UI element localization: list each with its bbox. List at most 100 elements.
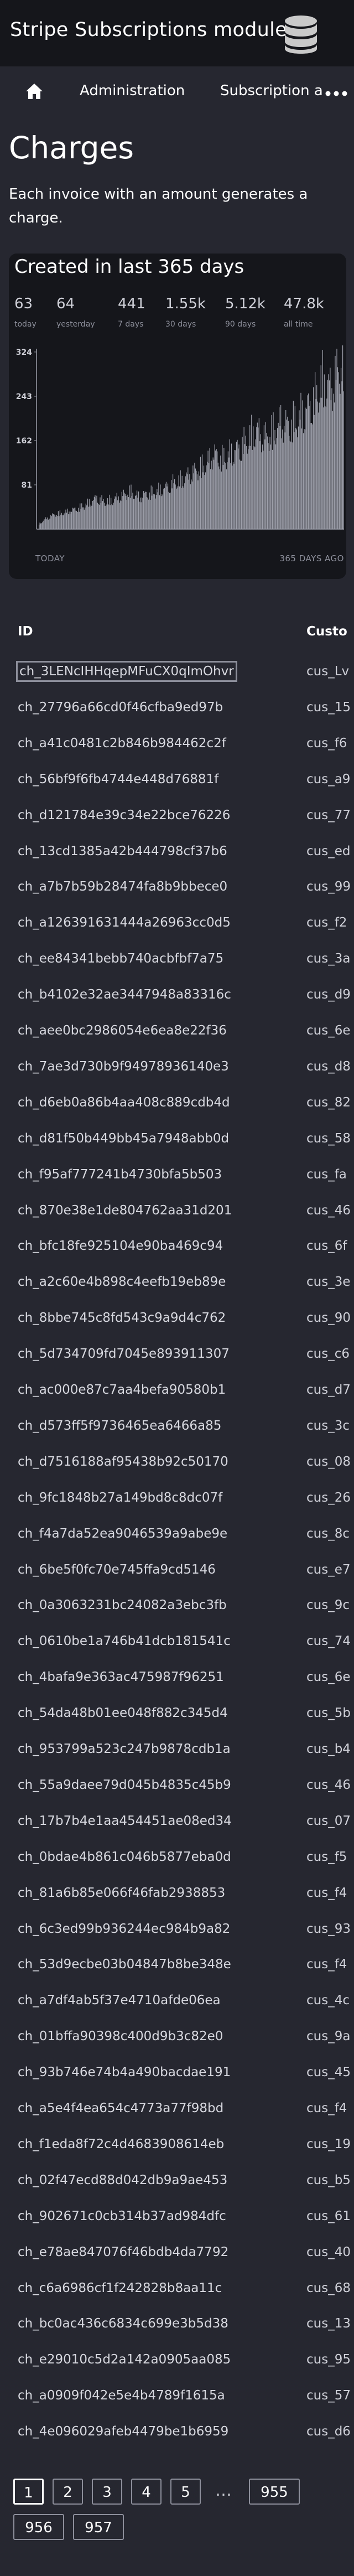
charge-id-link[interactable]: ch_13cd1385a42b444798cf37b6 bbox=[18, 844, 227, 858]
database-icon[interactable] bbox=[284, 15, 318, 54]
charge-id-link[interactable]: ch_d573ff5f9736465ea6466a85 bbox=[18, 1419, 221, 1433]
table-row: ch_a126391631444a26963cc0d5 cus_f2 bbox=[18, 915, 354, 938]
charge-id-link[interactable]: ch_8bbe745c8fd543c9a9d4c762 bbox=[18, 1311, 226, 1325]
charge-id-link[interactable]: ch_81a6b85e066f46fab2938853 bbox=[18, 1886, 225, 1900]
table-row: ch_d81f50b449bb45a7948abb0d cus_58 bbox=[18, 1131, 354, 1153]
customer-id-cell: cus_d7 bbox=[306, 1383, 351, 1397]
charge-id-link[interactable]: ch_a5e4f4ea654c4773a77f98bd bbox=[18, 2101, 223, 2115]
page-button-1[interactable]: 1 bbox=[13, 2479, 44, 2505]
charge-id-link[interactable]: ch_17b7b4e1aa454451ae08ed34 bbox=[18, 1814, 232, 1828]
charge-id-link[interactable]: ch_a7df4ab5f37e4710afde06ea bbox=[18, 1993, 221, 2008]
table-row: ch_d7516188af95438b92c50170 cus_08 bbox=[18, 1455, 354, 1477]
charge-id-link[interactable]: ch_27796a66cd0f46cfba9ed97b bbox=[18, 700, 223, 715]
page-button-955[interactable]: 955 bbox=[249, 2479, 300, 2505]
charge-id-link[interactable]: ch_a2c60e4b898c4eefb19eb89e bbox=[18, 1275, 226, 1289]
chart-bar bbox=[256, 427, 257, 529]
nav-item-subscription[interactable]: Subscription a bbox=[220, 82, 324, 99]
charge-id-link[interactable]: ch_4bafa9e363ac475987f96251 bbox=[18, 1670, 224, 1684]
charge-id-link[interactable]: ch_b4102e32ae3447948a83316c bbox=[18, 987, 231, 1002]
charge-id-link[interactable]: ch_a126391631444a26963cc0d5 bbox=[18, 915, 231, 930]
charge-id-link[interactable]: ch_6c3ed99b936244ec984b9a82 bbox=[18, 1922, 230, 1936]
charge-id-link[interactable]: ch_0bdae4b861c046b5877eba0d bbox=[18, 1850, 231, 1864]
chart-bar bbox=[197, 480, 199, 529]
charge-id-link[interactable]: ch_9fc1848b27a149bd8c8dc07f bbox=[18, 1491, 222, 1505]
chart-bar bbox=[109, 494, 110, 529]
column-header-customer[interactable]: Custo bbox=[306, 624, 347, 639]
chart-bar bbox=[160, 496, 162, 529]
chart-bar bbox=[119, 500, 121, 529]
chart-bar bbox=[133, 499, 134, 529]
charge-id-link[interactable]: ch_53d9ecbe03b04847b8be348e bbox=[18, 1957, 231, 1972]
charge-id-link[interactable]: ch_f4a7da52ea9046539a9abe9e bbox=[18, 1527, 227, 1541]
chart-bar bbox=[154, 494, 155, 529]
charge-id-link[interactable]: ch_d7516188af95438b92c50170 bbox=[18, 1455, 228, 1469]
charge-id-link[interactable]: ch_aee0bc2986054e6ea8e22f36 bbox=[18, 1023, 227, 1038]
charge-id-link[interactable]: ch_a0909f042e5e4b4789f1615a bbox=[18, 2388, 225, 2403]
charge-id-link[interactable]: ch_e29010c5d2a142a0905aa085 bbox=[18, 2352, 231, 2367]
chart-bar bbox=[251, 415, 252, 529]
stat-value: 47.8k bbox=[284, 296, 324, 312]
customer-id-cell: cus_f4 bbox=[306, 1885, 347, 1900]
charge-id-link[interactable]: ch_55a9daee79d045b4835c45b9 bbox=[18, 1778, 231, 1792]
customer-id-cell: cus_45 bbox=[306, 2065, 351, 2080]
charge-id-link[interactable]: ch_56bf9f6fb4744e448d76881f bbox=[18, 772, 218, 787]
charge-id-link[interactable]: ch_4e096029afeb4479be1b6959 bbox=[18, 2424, 228, 2439]
page-button-4[interactable]: 4 bbox=[131, 2479, 162, 2505]
charge-id-link[interactable]: ch_953799a523c247b9878cdb1a bbox=[18, 1742, 231, 1756]
table-row: ch_e78ae847076f46bdb4da7792 cus_40 bbox=[18, 2245, 354, 2267]
chart-bar bbox=[277, 428, 278, 529]
table-row: ch_27796a66cd0f46cfba9ed97b cus_15 bbox=[18, 700, 354, 722]
table-row: ch_54da48b01ee048f882c345d4 cus_5b bbox=[18, 1706, 354, 1728]
more-dots-icon[interactable] bbox=[325, 91, 347, 96]
chart-bar bbox=[145, 492, 147, 529]
y-tick-label: 243 bbox=[16, 392, 32, 401]
charge-id-link[interactable]: ch_f1eda8f72c4d4683908614eb bbox=[18, 2137, 224, 2151]
chart-bar bbox=[262, 444, 263, 529]
charge-id-link[interactable]: ch_6be5f0fc70e745ffa9cd5146 bbox=[18, 1563, 216, 1577]
page-button-2[interactable]: 2 bbox=[53, 2479, 83, 2505]
charge-id-link[interactable]: ch_ee84341bebb740acbfbf7a75 bbox=[18, 951, 223, 966]
charge-id-link[interactable]: ch_e78ae847076f46bdb4da7792 bbox=[18, 2245, 228, 2259]
charge-id-link[interactable]: ch_bc0ac436c6834c699e3b5d38 bbox=[18, 2316, 228, 2331]
column-header-id[interactable]: ID bbox=[18, 624, 33, 639]
chart-bar bbox=[231, 443, 232, 529]
charge-id-link[interactable]: ch_d121784e39c34e22bce76226 bbox=[18, 808, 230, 823]
chart-bar bbox=[264, 439, 266, 529]
charge-id-link[interactable]: ch_bfc18fe925104e90ba469c94 bbox=[18, 1239, 223, 1253]
charge-id-link[interactable]: ch_7ae3d730b9f94978936140e3 bbox=[18, 1059, 229, 1074]
chart-bar bbox=[337, 367, 339, 529]
page-button-957[interactable]: 957 bbox=[73, 2514, 124, 2540]
page-button-5[interactable]: 5 bbox=[170, 2479, 201, 2505]
charge-id-link[interactable]: ch_54da48b01ee048f882c345d4 bbox=[18, 1706, 228, 1720]
y-tick-label: 162 bbox=[16, 437, 32, 446]
chart-bar bbox=[285, 410, 287, 529]
table-row: ch_a41c0481c2b846b984462c2f cus_f6 bbox=[18, 736, 354, 758]
stat-yesterday: 64 yesterday bbox=[56, 296, 95, 329]
charge-id-link[interactable]: ch_02f47ecd88d042db9a9ae453 bbox=[18, 2173, 227, 2187]
charge-id-link[interactable]: ch_3LENcIHHqepMFuCX0qImOhvr bbox=[16, 661, 237, 682]
chart-bar bbox=[86, 505, 87, 529]
charge-id-link[interactable]: ch_0610be1a746b41dcb181541c bbox=[18, 1634, 231, 1648]
charge-id-link[interactable]: ch_01bffa90398c400d9b3c82e0 bbox=[18, 2029, 223, 2044]
charge-id-link[interactable]: ch_c6a6986cf1f242828b8aa11c bbox=[18, 2281, 222, 2295]
charge-id-link[interactable]: ch_a7b7b59b28474fa8b9bbece0 bbox=[18, 880, 227, 894]
chart-bar bbox=[179, 486, 180, 529]
chart-bar bbox=[261, 452, 262, 529]
page-button-956[interactable]: 956 bbox=[13, 2514, 64, 2540]
charge-id-link[interactable]: ch_ac000e87c7aa4befa90580b1 bbox=[18, 1383, 226, 1397]
charge-id-link[interactable]: ch_d6eb0a86b4aa408c889cdb4d bbox=[18, 1095, 230, 1110]
charge-id-link[interactable]: ch_0a3063231bc24082a3ebc3fb bbox=[18, 1598, 227, 1612]
home-icon[interactable] bbox=[25, 82, 44, 100]
chart-bar bbox=[327, 380, 328, 529]
charge-id-link[interactable]: ch_a41c0481c2b846b984462c2f bbox=[18, 736, 226, 751]
chart-bar bbox=[107, 498, 108, 529]
nav-item-administration[interactable]: Administration bbox=[80, 82, 185, 99]
stat-value: 5.12k bbox=[225, 296, 266, 312]
charge-id-link[interactable]: ch_93b746e74b4a490bacdae191 bbox=[18, 2065, 231, 2080]
charge-id-link[interactable]: ch_870e38e1de804762aa31d201 bbox=[18, 1203, 232, 1218]
charge-id-link[interactable]: ch_902671c0cb314b37ad984dfc bbox=[18, 2209, 226, 2223]
charge-id-link[interactable]: ch_d81f50b449bb45a7948abb0d bbox=[18, 1131, 229, 1146]
charge-id-link[interactable]: ch_5d734709fd7045e893911307 bbox=[18, 1347, 230, 1361]
charge-id-link[interactable]: ch_f95af777241b4730bfa5b503 bbox=[18, 1167, 222, 1182]
page-button-3[interactable]: 3 bbox=[92, 2479, 122, 2505]
